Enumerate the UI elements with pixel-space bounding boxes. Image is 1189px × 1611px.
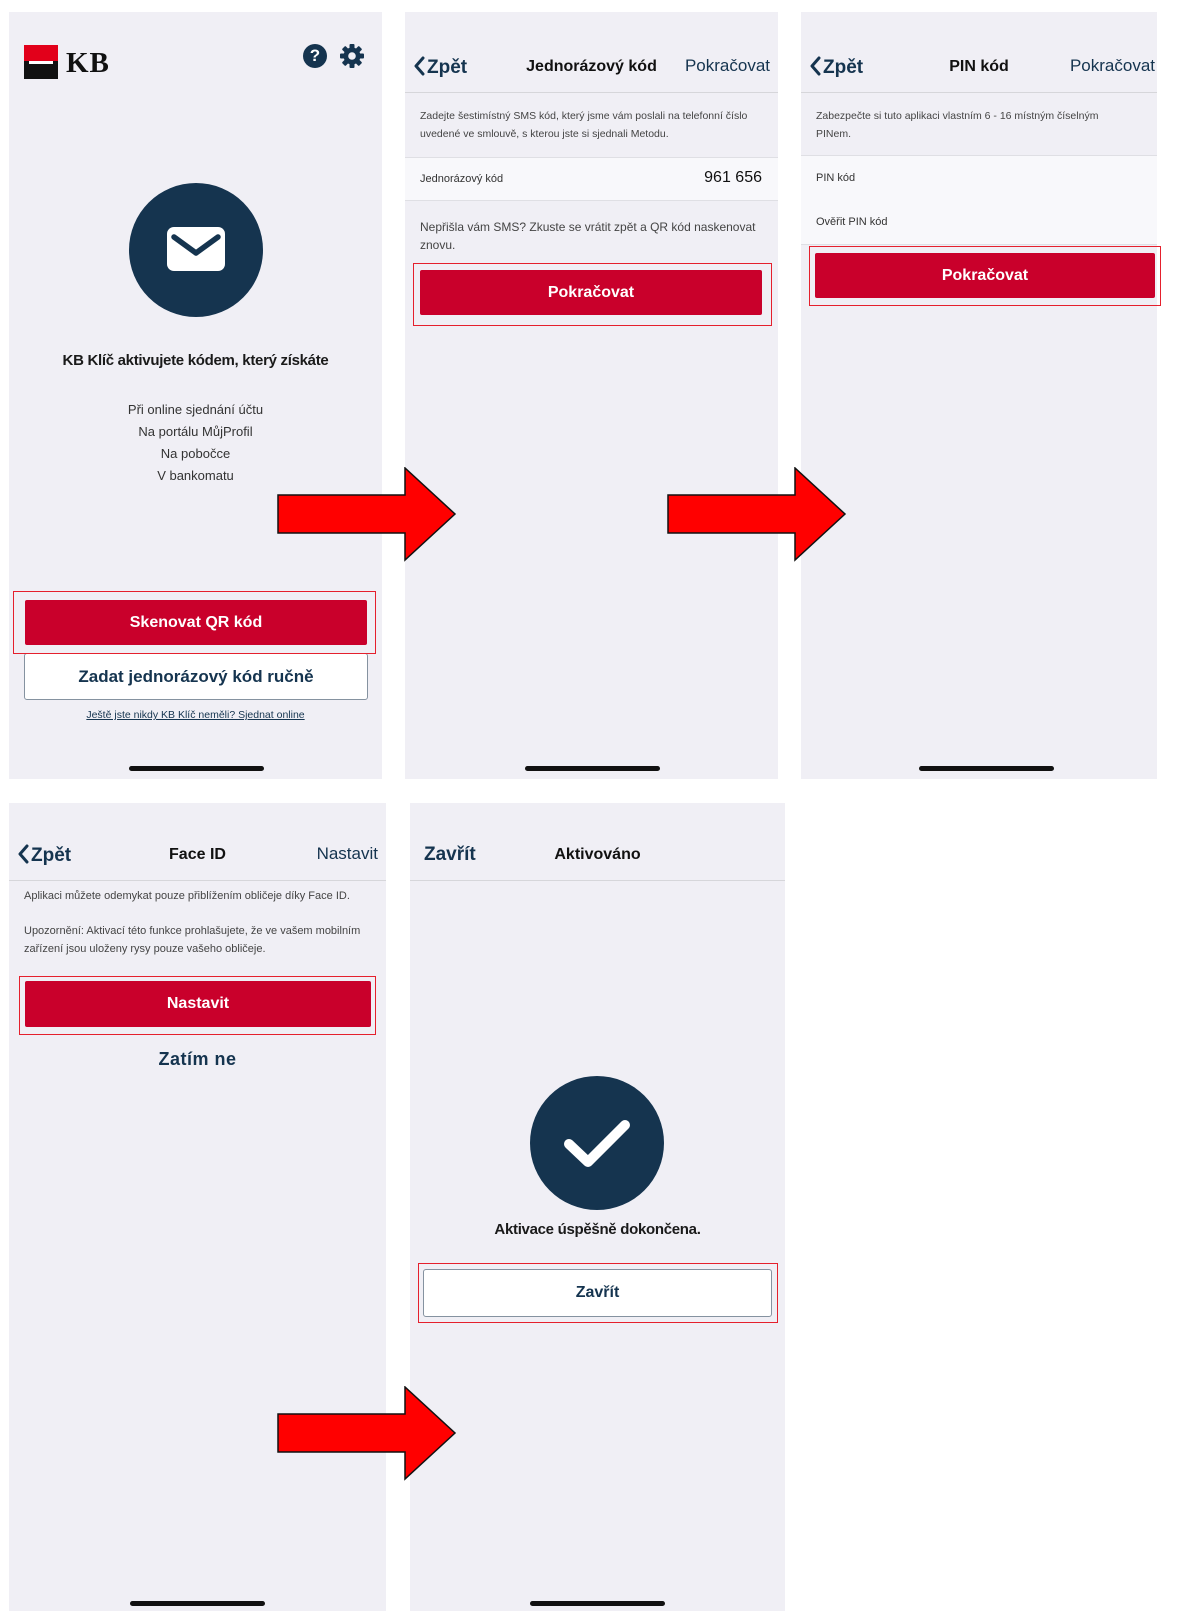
signup-online-link[interactable]: Ještě jste nikdy KB Klíč neměli? Sjednat… [9,709,382,721]
screen-one-time-code: Zpět Jednorázový kód Pokračovat Zadejte … [405,12,778,779]
navbar: Zavřít Aktivováno [410,830,785,881]
arrow-right-icon [667,467,847,562]
sms-not-received-note: Nepřišla vám SMS? Zkuste se vrátit zpět … [420,220,756,252]
face-id-description: Aplikaci můžete odemykat pouze přiblížen… [24,890,350,902]
continue-nav-button[interactable]: Pokračovat [1070,56,1155,76]
not-now-button-label[interactable]: Zatím ne [9,1049,386,1070]
envelope-icon [129,183,263,317]
navbar: Zpět Jednorázový kód Pokračovat [405,42,778,93]
back-button[interactable]: Zpět [413,56,467,79]
navbar: Zpět Face ID Nastavit [9,830,386,881]
home-indicator [919,766,1054,771]
sms-description: Zadejte šestimístný SMS kód, který jsme … [420,110,748,140]
highlight-continue-sms [413,263,772,326]
checkmark-icon [530,1076,664,1210]
set-nav-button[interactable]: Nastavit [317,844,378,864]
gear-icon[interactable] [339,43,365,69]
screen-activated: Zavřít Aktivováno Aktivace úspěšně dokon… [410,803,785,1611]
pin-description: Zabezpečte si tuto aplikaci vlastním 6 -… [816,110,1099,140]
pin-field[interactable]: PIN kód [801,155,1157,201]
highlight-continue-pin [809,246,1161,306]
verify-pin-field[interactable]: Ověřit PIN kód [801,200,1157,245]
home-indicator [129,766,264,771]
option-mujprofil: Na portálu MůjProfil [138,424,253,439]
activation-heading: KB Klíč aktivujete kódem, který získáte [62,352,329,369]
arrow-right-icon [277,1386,457,1481]
screen-welcome: KB ? KB Klíč aktivujete kódem, který zís… [9,12,382,779]
arrow-right-icon [277,467,457,562]
chevron-left-icon [413,56,425,76]
kb-logo-mark [24,45,58,79]
code-field-label: Jednorázový kód [420,173,504,185]
success-message: Aktivace úspěšně dokončena. [494,1221,701,1238]
back-button[interactable]: Zpět [17,844,71,867]
close-nav-button[interactable]: Zavřít [424,844,476,866]
screen-pin-code: Zpět PIN kód Pokračovat Zabezpečte si tu… [801,12,1157,779]
highlight-face-id [19,976,376,1035]
kb-logo-text: KB [66,47,110,79]
back-button[interactable]: Zpět [809,56,863,79]
option-online: Při online sjednání účtu [127,402,264,417]
face-id-warning: Upozornění: Aktivací této funkce prohlaš… [24,925,361,955]
highlight-close [418,1263,778,1323]
pin-field-label: PIN kód [816,172,856,184]
chevron-left-icon [17,844,29,864]
navbar: Zpět PIN kód Pokračovat [801,42,1157,93]
verify-pin-field-label: Ověřit PIN kód [816,216,888,228]
manual-code-button[interactable]: Zadat jednorázový kód ručně [24,653,368,700]
continue-nav-button[interactable]: Pokračovat [685,56,770,76]
highlight-scan-qr [13,591,376,654]
screen-face-id: Zpět Face ID Nastavit Aplikaci můžete od… [9,803,386,1611]
home-indicator [130,1601,265,1606]
home-indicator [530,1601,665,1606]
help-icon[interactable]: ? [303,44,327,68]
option-branch: Na pobočce [160,446,231,461]
code-field[interactable]: Jednorázový kód 961 656 [405,157,778,201]
home-indicator [525,766,660,771]
chevron-left-icon [809,56,821,76]
code-field-value: 961 656 [704,169,762,186]
